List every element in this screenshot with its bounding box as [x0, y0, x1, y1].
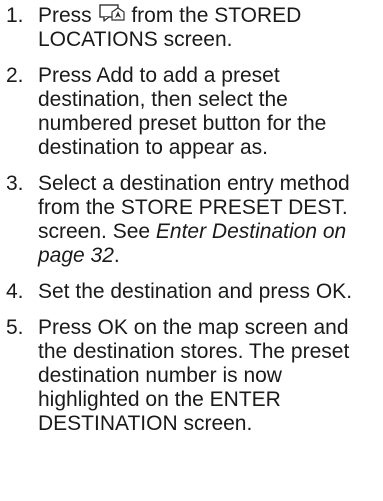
- step-3: 3. Select a destination entry method fro…: [6, 172, 375, 268]
- step-text-after-link: .: [113, 244, 120, 267]
- step-number: 3.: [6, 172, 24, 195]
- step-text-before-icon: Press: [38, 4, 98, 27]
- step-text: Select a destination entry method from t…: [38, 172, 375, 268]
- step-text: Press OK on the map screen and the desti…: [38, 316, 350, 435]
- step-text: Press from the STORED LOCATIONS screen.: [38, 4, 375, 52]
- step-number: 5.: [6, 316, 24, 339]
- step-text: Set the destination and press OK.: [38, 280, 353, 303]
- step-4: 4. Set the destination and press OK.: [6, 280, 375, 304]
- step-number: 4.: [6, 280, 24, 303]
- instruction-list: 1. Press from the STORED LOCATIONS scree…: [0, 0, 383, 436]
- step-number: 2.: [6, 64, 24, 87]
- step-1: 1. Press from the STORED LOCATIONS scree…: [6, 4, 375, 52]
- step-number: 1.: [6, 4, 24, 27]
- step-text: Press Add to add a preset destination, t…: [38, 64, 327, 159]
- stored-location-icon: [98, 4, 125, 24]
- step-5: 5. Press OK on the map screen and the de…: [6, 316, 375, 436]
- step-2: 2. Press Add to add a preset destination…: [6, 64, 375, 160]
